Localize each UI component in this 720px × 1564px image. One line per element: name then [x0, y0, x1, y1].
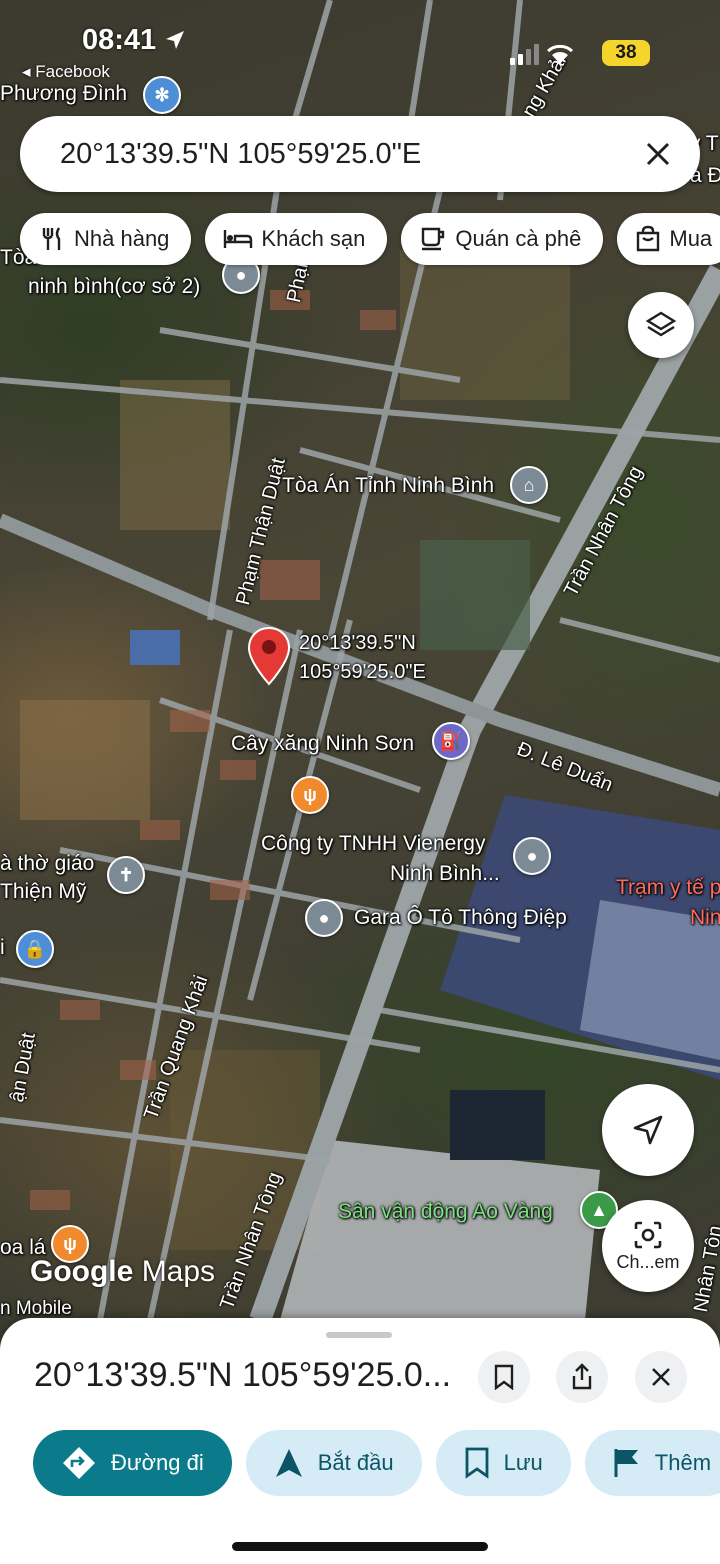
- place-label: n Mobile: [0, 1298, 72, 1319]
- chip-cafes[interactable]: Quán cà phê: [401, 213, 604, 265]
- coffee-cup-icon: [422, 227, 445, 251]
- location-arrow-icon: [166, 31, 185, 49]
- place-label: i: [0, 936, 5, 959]
- bed-icon: [224, 230, 253, 248]
- place-label: Cây xăng Ninh Sơn: [231, 732, 415, 755]
- place-label: Sân vận động Ao Vàng: [338, 1200, 553, 1223]
- search-bar[interactable]: 20°13'39.5"N 105°59'25.0"E: [20, 116, 700, 192]
- place-label: Công ty TNHH Vienergy: [261, 832, 486, 855]
- location-pin-icon[interactable]: ●: [305, 899, 343, 937]
- close-icon: [652, 1368, 670, 1386]
- lock-icon[interactable]: 🔒: [16, 930, 54, 968]
- action-buttons-row: Đường đi Bắt đầu Lưu Thêm: [33, 1430, 720, 1496]
- sheet-grabber[interactable]: [326, 1332, 392, 1338]
- action-label: Thêm: [654, 1450, 712, 1475]
- place-label: Thiện Mỹ: [0, 880, 87, 903]
- place-label: Phương Đình: [0, 82, 128, 105]
- place-title: 20°13'39.5"N 105°59'25.0...: [34, 1356, 452, 1394]
- pin-coordinates-line1: 20°13'39.5"N: [299, 632, 416, 654]
- category-chips: Nhà hàng Khách sạn Quán cà phê Mua: [20, 213, 720, 265]
- place-label: Trạm y tế p: [616, 876, 720, 899]
- directions-button[interactable]: Đường đi: [33, 1430, 232, 1496]
- bookmark-icon: [465, 1447, 488, 1479]
- location-pin-icon[interactable]: ●: [513, 837, 551, 875]
- ship-wheel-icon[interactable]: ✻: [143, 76, 181, 114]
- chip-label: Mua: [669, 226, 713, 251]
- layers-button[interactable]: [628, 292, 694, 358]
- church-icon[interactable]: ✝: [107, 856, 145, 894]
- chip-label: Quán cà phê: [455, 226, 582, 251]
- place-label: ninh bình(cơ sở 2): [28, 275, 201, 298]
- dropped-pin-icon[interactable]: [247, 626, 291, 686]
- courthouse-icon[interactable]: ⌂: [510, 466, 548, 504]
- chip-shopping[interactable]: Mua: [617, 213, 720, 265]
- layers-icon: [645, 311, 677, 337]
- chip-label: Nhà hàng: [74, 226, 170, 251]
- chip-label: Khách sạn: [261, 226, 366, 251]
- action-label: Bắt đầu: [317, 1450, 394, 1475]
- fork-knife-icon: [42, 227, 61, 250]
- home-indicator: [232, 1542, 488, 1551]
- google-maps-logo: Google Maps: [30, 1255, 216, 1288]
- close-sheet-button[interactable]: [635, 1351, 687, 1403]
- chip-hotels[interactable]: Khách sạn: [205, 213, 388, 265]
- gas-station-icon[interactable]: ⛽: [432, 722, 470, 760]
- my-location-button[interactable]: [602, 1084, 694, 1176]
- shopping-bag-icon: [637, 225, 660, 252]
- close-icon[interactable]: [638, 134, 678, 174]
- place-label: Nin: [690, 906, 720, 929]
- place-label: Ninh Bình...: [390, 862, 500, 885]
- action-label: Đường đi: [111, 1450, 204, 1475]
- pin-coordinates-line2: 105°59'25.0"E: [299, 661, 426, 683]
- navigation-arrow-icon: [633, 1115, 663, 1145]
- save-button[interactable]: Lưu: [435, 1430, 571, 1496]
- camera-search-button[interactable]: Ch...em: [602, 1200, 694, 1292]
- directions-icon: [63, 1447, 95, 1479]
- chip-restaurants[interactable]: Nhà hàng: [20, 213, 192, 265]
- more-button[interactable]: Thêm: [584, 1430, 720, 1496]
- back-to-app-link[interactable]: ◂ Facebook: [22, 62, 110, 82]
- camera-button-label: Ch...em: [616, 1251, 680, 1272]
- lens-camera-icon: [634, 1221, 662, 1248]
- share-button[interactable]: [556, 1351, 608, 1403]
- place-label: Tòa Án Tỉnh Ninh Bình: [282, 474, 495, 497]
- flag-icon: [614, 1449, 638, 1477]
- save-place-button[interactable]: [478, 1351, 530, 1403]
- navigation-arrow-icon: [275, 1449, 302, 1477]
- place-label: Gara Ô Tô Thông Điệp: [354, 906, 567, 929]
- action-label: Lưu: [503, 1450, 543, 1475]
- search-input[interactable]: 20°13'39.5"N 105°59'25.0"E: [60, 138, 638, 171]
- place-label: à thờ giáo: [0, 852, 95, 875]
- signal-wifi-icons: [510, 42, 590, 71]
- restaurant-icon[interactable]: ψ: [291, 776, 329, 814]
- share-icon: [572, 1363, 592, 1390]
- place-bottom-sheet[interactable]: 20°13'39.5"N 105°59'25.0... Đường đi Bắt…: [0, 1318, 720, 1564]
- battery-indicator: 38: [602, 40, 650, 66]
- start-navigation-button[interactable]: Bắt đầu: [245, 1430, 422, 1496]
- bookmark-icon: [494, 1364, 514, 1390]
- status-time: 08:41: [82, 24, 186, 57]
